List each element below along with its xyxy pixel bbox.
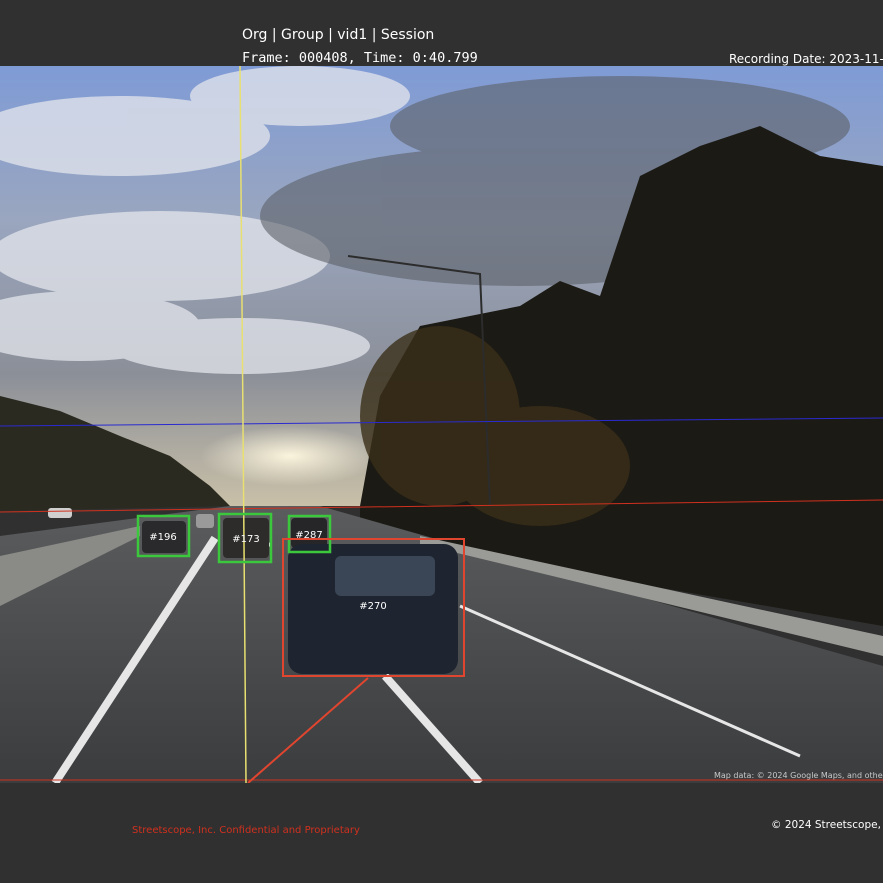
sunset-glow <box>200 426 380 486</box>
detection-label-196: #196 <box>149 532 176 543</box>
dashcam-video-frame: #196 #173 #287 #270 <box>0 66 883 783</box>
copyright-notice: © 2024 Streetscope, In <box>771 819 883 831</box>
confidential-notice: Streetscope, Inc. Confidential and Propr… <box>132 825 360 836</box>
recording-date: Recording Date: 2023-11-1 <box>729 52 883 66</box>
frame-time-readout: Frame: 000408, Time: 0:40.799 <box>242 50 478 66</box>
session-title: Org | Group | vid1 | Session <box>242 27 435 43</box>
detection-label-270: #270 <box>359 601 386 612</box>
header-bar: Org | Group | vid1 | Session Frame: 0004… <box>0 0 883 66</box>
detection-label-173: #173 <box>232 534 259 545</box>
footer-bar: Streetscope, Inc. Confidential and Propr… <box>0 783 883 883</box>
map-attribution: Map data: © 2024 Google Maps, and othe <box>714 771 883 780</box>
